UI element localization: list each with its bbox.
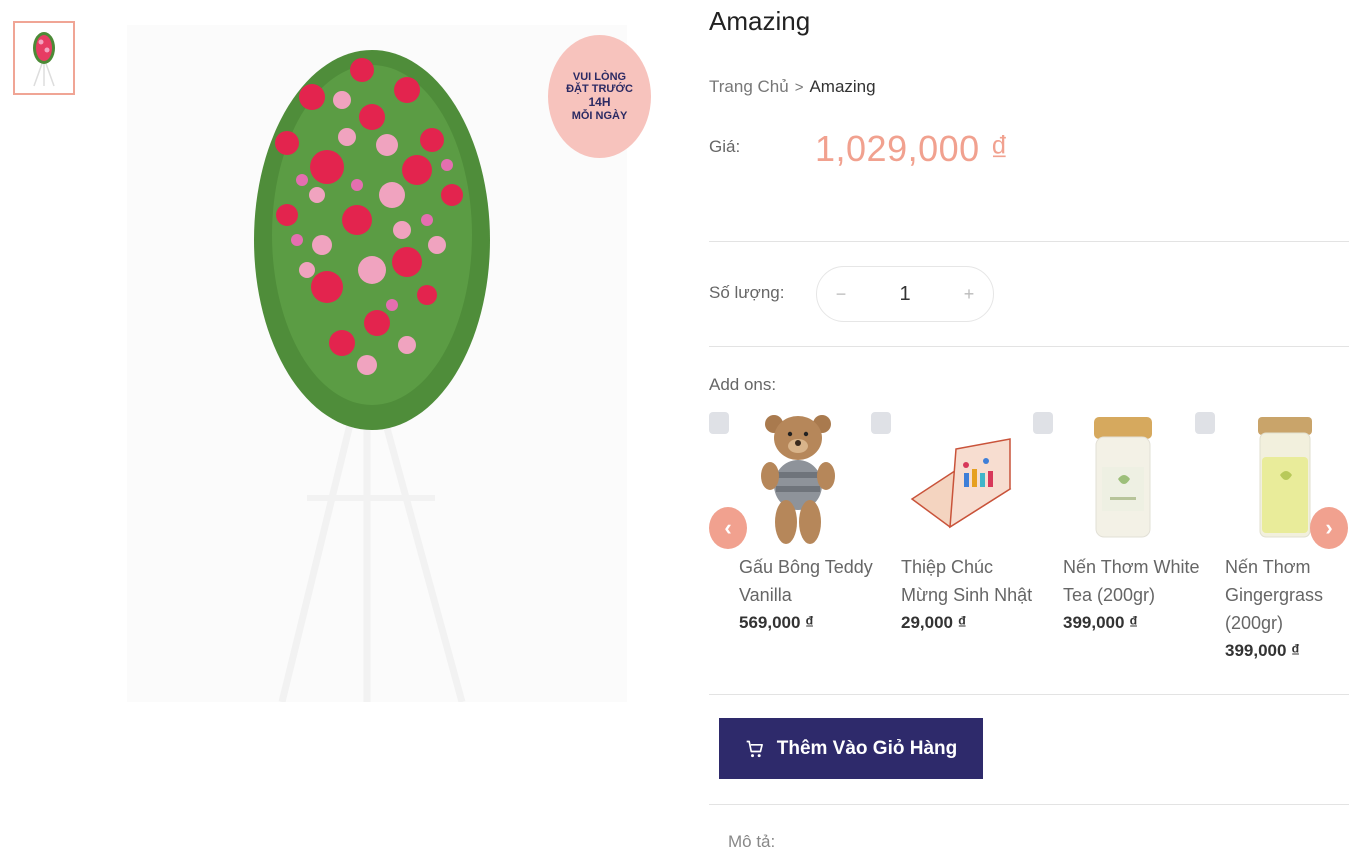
cart-icon: [746, 740, 763, 757]
price-label: Giá:: [709, 137, 741, 156]
product-price: 1,029,000 ₫: [815, 128, 1010, 169]
badge-line: MỖI NGÀY: [571, 109, 628, 122]
badge-line: 14H: [588, 94, 611, 109]
quantity-decrease-button[interactable]: −: [831, 284, 851, 305]
preorder-badge: VUI LÒNG ĐẶT TRƯỚC 14H MỖI NGÀY: [548, 35, 651, 158]
add-to-cart-button[interactable]: Thêm Vào Giỏ Hàng: [719, 718, 983, 779]
addon-checkbox[interactable]: [1033, 412, 1053, 434]
addon-title: Thiệp Chúc Mừng Sinh Nhật: [901, 557, 1033, 605]
addon-title: Nến Thơm White Tea (200gr): [1063, 557, 1200, 605]
product-title: Amazing: [709, 6, 811, 36]
thumbnail-image[interactable]: [13, 21, 75, 95]
divider: [709, 346, 1349, 347]
add-to-cart-label: Thêm Vào Giỏ Hàng: [776, 737, 958, 759]
greeting-card-icon: [901, 410, 1021, 548]
addon-name: Nến Thơm White Tea (200gr) 399,000 ₫: [1063, 553, 1203, 637]
addon-checkbox[interactable]: [1195, 412, 1215, 434]
divider: [709, 241, 1349, 242]
flower-stand-icon: [254, 50, 490, 703]
badge-line: VUI LÒNG: [572, 70, 627, 83]
breadcrumb-home-link[interactable]: Trang Chủ: [709, 77, 789, 97]
divider: [709, 804, 1349, 805]
breadcrumb: Trang Chủ > Amazing: [709, 77, 876, 97]
divider: [709, 694, 1349, 695]
addon-checkbox[interactable]: [871, 412, 891, 434]
carousel-prev-button[interactable]: ‹: [709, 507, 747, 549]
quantity-increase-button[interactable]: +: [959, 284, 979, 305]
teddy-bear-icon: [739, 410, 859, 548]
addon-price: 399,000 ₫: [1225, 641, 1300, 660]
addon-price: 569,000 ₫: [739, 613, 814, 632]
addon-price: 399,000 ₫: [1063, 613, 1138, 632]
addon-price: 29,000 ₫: [901, 613, 967, 632]
flower-stand-thumb-icon: [33, 32, 55, 87]
carousel-next-button[interactable]: ›: [1310, 507, 1348, 549]
addon-name: Gấu Bông Teddy Vanilla 569,000 ₫: [739, 553, 879, 637]
addon-name: Nến Thơm Gingergrass (200gr) 399,000 ₫: [1225, 553, 1361, 665]
description-label: Mô tả:: [728, 832, 776, 851]
addon-name: Thiệp Chúc Mừng Sinh Nhật 29,000 ₫: [901, 553, 1041, 637]
quantity-label: Số lượng:: [709, 283, 785, 302]
product-image: [127, 25, 627, 703]
addon-checkbox[interactable]: [709, 412, 729, 434]
addon-title: Nến Thơm Gingergrass (200gr): [1225, 557, 1324, 633]
breadcrumb-separator: >: [794, 78, 804, 96]
breadcrumb-current: Amazing: [809, 77, 876, 96]
addons-label: Add ons:: [709, 375, 777, 394]
candle-jar-icon: [1063, 410, 1183, 548]
quantity-value[interactable]: 1: [899, 283, 910, 306]
addon-title: Gấu Bông Teddy Vanilla: [739, 557, 873, 605]
quantity-stepper: − 1 +: [816, 266, 994, 322]
